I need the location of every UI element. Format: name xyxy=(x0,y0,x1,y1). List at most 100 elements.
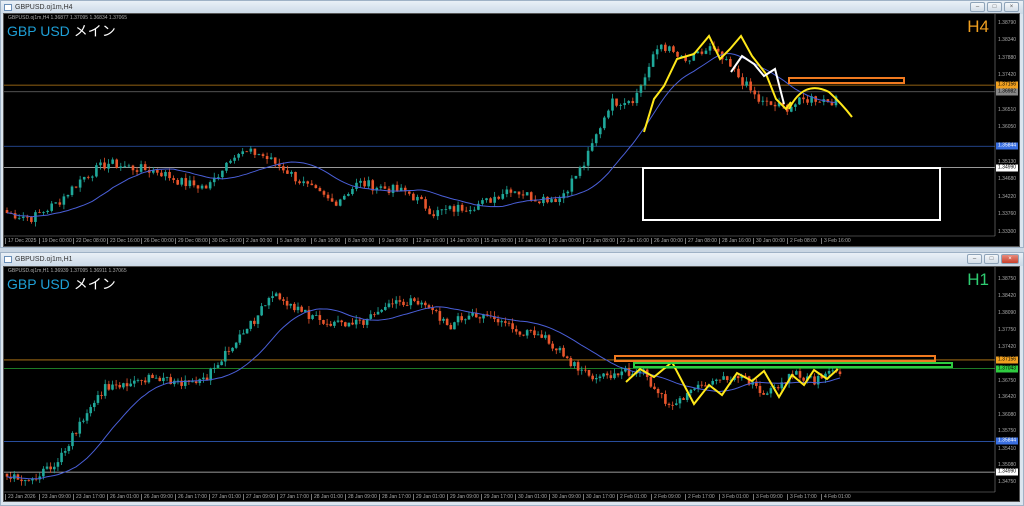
orange-zone-rectangle xyxy=(788,77,905,84)
candle-body xyxy=(594,378,598,380)
chart-window-icon xyxy=(4,4,12,11)
candle-body xyxy=(708,46,712,51)
h1-window-titlebar[interactable]: GBPUSD.oj1m,H1 – □ × xyxy=(1,253,1023,266)
time-axis-label: 2 Feb 09:00 xyxy=(651,494,681,500)
candle-body xyxy=(42,212,45,213)
candle-body xyxy=(286,170,289,174)
candle-body xyxy=(5,473,9,477)
candle-body xyxy=(460,204,464,211)
candle-body xyxy=(63,451,67,453)
time-axis-label: 26 Dec 00:00 xyxy=(141,238,174,244)
candle-body xyxy=(99,162,102,166)
price-axis-label: 1.38090 xyxy=(998,309,1017,316)
time-axis-label: 26 Jan 09:00 xyxy=(141,494,173,500)
price-level-badge: 1.35844 xyxy=(996,142,1019,150)
candle-body xyxy=(554,199,557,203)
candle-body xyxy=(290,171,293,174)
time-axis-label: 19 Dec 00:00 xyxy=(39,238,72,244)
candle-body xyxy=(558,198,561,203)
time-axis-label: 6 Jan 16:00 xyxy=(311,238,340,244)
time-axis-label: 30 Jan 00:00 xyxy=(753,238,785,244)
candle-body xyxy=(342,195,346,200)
time-axis-label: 21 Jan 08:00 xyxy=(583,238,615,244)
candle-body xyxy=(58,202,62,205)
candle-body xyxy=(668,46,671,51)
candle-body xyxy=(605,373,609,376)
candle-body xyxy=(71,432,74,447)
candle-body xyxy=(351,188,354,195)
candle-body xyxy=(229,160,232,163)
candle-body xyxy=(376,311,380,315)
candle-body xyxy=(456,204,460,212)
candle-body xyxy=(464,319,467,321)
time-axis-label: 4 Feb 01:00 xyxy=(821,494,851,500)
candle-body xyxy=(322,191,326,195)
candle-body xyxy=(221,170,224,178)
candle-body xyxy=(554,348,558,351)
candle-body xyxy=(536,334,540,336)
candle-body xyxy=(676,51,679,57)
close-button[interactable]: × xyxy=(1001,254,1019,264)
h4-chart-area[interactable]: GBPUSD.oj1m,H4 1.36877 1.37095 1.36834 1… xyxy=(3,13,1020,247)
candle-body xyxy=(715,379,718,381)
candle-body xyxy=(369,314,373,319)
h1-chart-area[interactable]: GBPUSD.oj1m,H1 1.36939 1.37095 1.36911 1… xyxy=(3,266,1020,502)
symbol-label: GBP USD メイン xyxy=(7,274,116,294)
candle-body xyxy=(598,376,602,379)
moving-average-line xyxy=(6,306,841,480)
candle-body xyxy=(74,432,78,434)
candle-body xyxy=(118,384,122,388)
close-button[interactable]: × xyxy=(1004,2,1019,12)
h4-chart-window: GBPUSD.oj1m,H4 – □ × GBPUSD.oj1m,H4 1.3687… xyxy=(0,0,1024,248)
candle-body xyxy=(78,421,82,434)
candle-body xyxy=(452,206,456,212)
minimize-button[interactable]: – xyxy=(970,2,985,12)
candle-body xyxy=(802,377,805,381)
price-axis-label: 1.37420 xyxy=(998,343,1017,350)
maximize-button[interactable]: □ xyxy=(984,254,999,264)
candle-body xyxy=(123,165,127,167)
price-axis-label: 1.36080 xyxy=(998,411,1017,418)
candle-body xyxy=(493,196,496,203)
candle-body xyxy=(34,212,37,222)
candle-body xyxy=(100,395,103,396)
candle-body xyxy=(584,369,587,371)
price-axis-label: 1.35410 xyxy=(998,445,1017,452)
candle-body xyxy=(318,188,322,192)
candle-body xyxy=(704,50,708,54)
candle-body xyxy=(231,347,234,352)
price-axis-label: 1.35750 xyxy=(998,428,1017,435)
candle-body xyxy=(700,51,704,54)
candle-body xyxy=(253,320,256,324)
time-axis-label: 30 Jan 17:00 xyxy=(583,494,615,500)
maximize-button[interactable]: □ xyxy=(987,2,1002,12)
candle-body xyxy=(330,198,334,202)
symbol-label: GBP USD メイン xyxy=(7,21,116,41)
candle-body xyxy=(191,381,194,383)
candle-body xyxy=(587,370,591,376)
candle-body xyxy=(660,393,664,395)
candle-body xyxy=(442,318,445,321)
candle-body xyxy=(542,196,545,204)
candle-body xyxy=(322,320,325,324)
time-axis-label: 30 Jan 09:00 xyxy=(549,494,581,500)
candle-body xyxy=(265,156,269,159)
candle-body xyxy=(96,395,100,403)
candle-body xyxy=(111,384,114,390)
candle-body xyxy=(93,402,96,408)
candle-body xyxy=(664,44,667,51)
time-axis-label: 9 Jan 08:00 xyxy=(379,238,408,244)
candle-body xyxy=(505,189,509,195)
candle-body xyxy=(478,317,482,319)
candle-body xyxy=(135,170,139,172)
candle-body xyxy=(343,322,347,327)
candle-body xyxy=(140,380,143,381)
candle-body xyxy=(119,166,123,168)
candle-body xyxy=(838,371,842,375)
candle-body xyxy=(267,298,271,306)
candle-body xyxy=(66,194,70,197)
candle-body xyxy=(745,81,748,86)
candlestick-plot xyxy=(4,14,996,237)
minimize-button[interactable]: – xyxy=(967,254,982,264)
candle-body xyxy=(220,361,223,366)
